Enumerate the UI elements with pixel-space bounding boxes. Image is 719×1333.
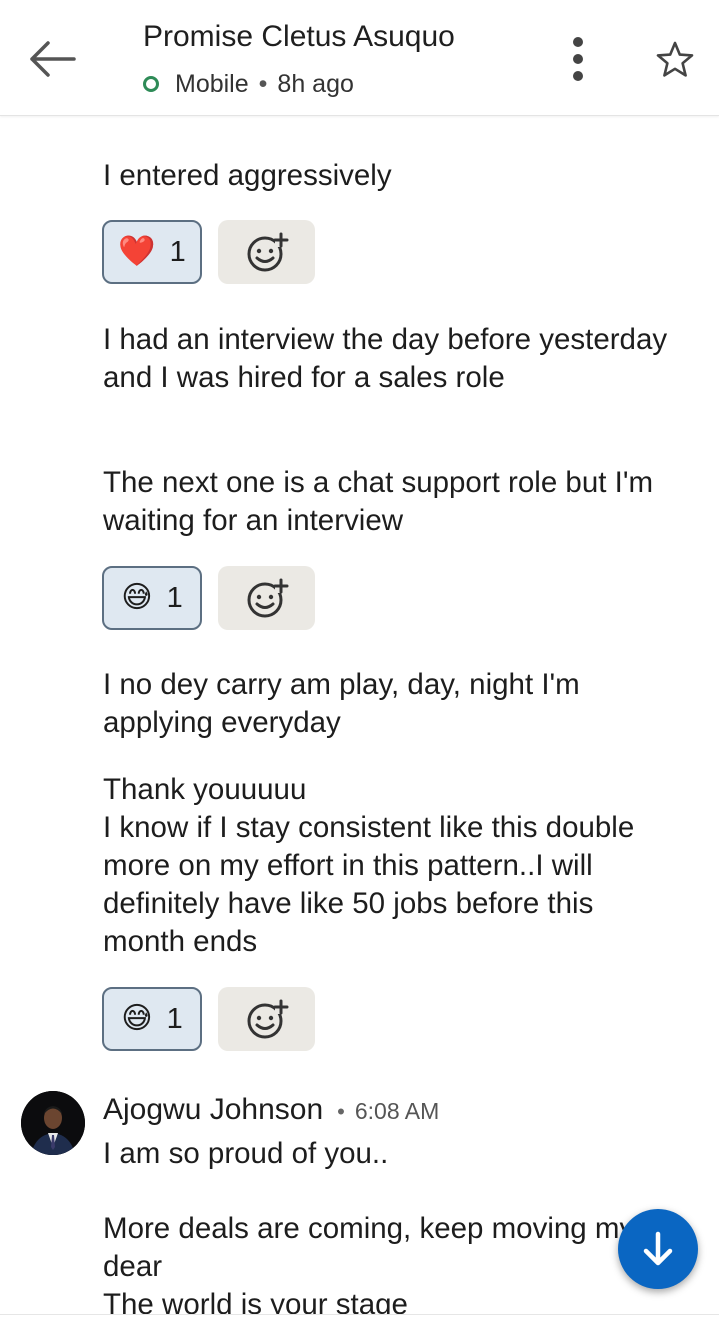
add-reaction-button[interactable]	[218, 987, 315, 1051]
reaction-count: 1	[166, 1002, 183, 1035]
profile-photo	[21, 1091, 85, 1155]
message-text: I am so proud of you..	[103, 1137, 389, 1170]
presence-device: Mobile	[175, 69, 249, 98]
red-heart-icon: ❤️	[118, 235, 156, 268]
reaction-count: 1	[169, 235, 186, 268]
message-text: Thank youuuuu I know if I stay consisten…	[103, 773, 635, 958]
reply-header: Ajogwu Johnson • 6:08 AM	[103, 1093, 439, 1127]
more-options-button[interactable]	[558, 34, 598, 84]
separator-dot: •	[258, 69, 268, 98]
add-reaction-button[interactable]	[218, 566, 315, 630]
reaction-chip[interactable]: 😅 1	[102, 987, 202, 1051]
conversation-title[interactable]: Promise Cletus Asuquo	[143, 20, 455, 54]
online-status-icon	[143, 76, 159, 92]
star-outline-icon	[656, 41, 694, 77]
message-text: I no dey carry am play, day, night I'm a…	[103, 668, 580, 739]
arrow-down-icon	[643, 1231, 673, 1266]
bottom-edge	[0, 1314, 719, 1333]
scroll-to-bottom-button[interactable]	[618, 1209, 698, 1289]
grinning-sweat-face-icon: 😅	[121, 1002, 153, 1035]
add-reaction-button[interactable]	[218, 220, 315, 284]
reaction-chip[interactable]: 😅 1	[102, 566, 202, 630]
reaction-chip[interactable]: ❤️ 1	[102, 220, 202, 284]
grinning-sweat-face-icon: 😅	[121, 581, 153, 614]
message-feed[interactable]: the role I entered aggressively ❤️ 1 I h…	[0, 0, 719, 1332]
message-text: The next one is a chat support role but …	[103, 466, 654, 537]
presence-status: Mobile • 8h ago	[143, 68, 354, 100]
back-button[interactable]	[24, 34, 80, 84]
conversation-header: Promise Cletus Asuquo Mobile • 8h ago	[0, 0, 719, 116]
message-timestamp: 6:08 AM	[354, 1098, 440, 1124]
star-button[interactable]	[653, 38, 697, 82]
last-seen: 8h ago	[277, 69, 354, 98]
add-emoji-icon	[247, 232, 288, 272]
reaction-count: 1	[166, 581, 183, 614]
more-vertical-icon	[573, 37, 583, 81]
sender-name[interactable]: Ajogwu Johnson	[103, 1093, 323, 1127]
arrow-left-icon	[30, 41, 76, 77]
add-emoji-icon	[247, 999, 288, 1039]
message-text: I entered aggressively	[103, 159, 392, 192]
avatar[interactable]	[21, 1091, 85, 1155]
message-text: I had an interview the day before yester…	[103, 323, 668, 394]
separator-dot: •	[337, 1099, 345, 1124]
message-text: More deals are coming, keep moving my de…	[103, 1212, 635, 1283]
add-emoji-icon	[247, 578, 288, 618]
